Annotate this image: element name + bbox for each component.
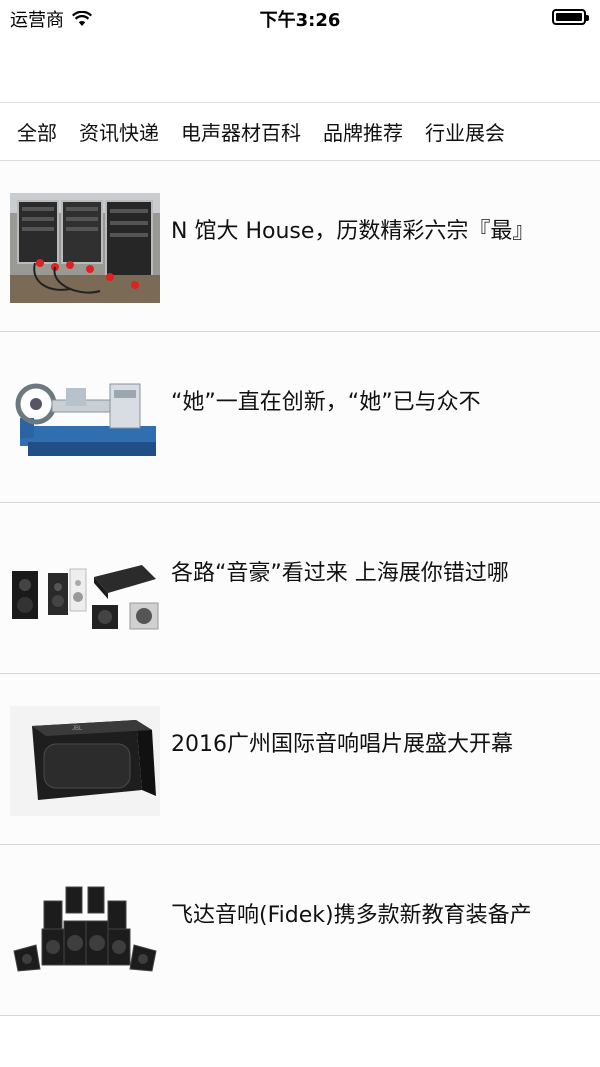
tab-brand-recommend[interactable]: 品牌推荐 (323, 117, 403, 146)
lathe-machine-image (10, 364, 160, 474)
article-list: N 馆大 House，历数精彩六宗『最』 “她”一直在创新，“她”已与众不 各路… (0, 161, 600, 1016)
battery-icon (552, 9, 589, 25)
article-item[interactable]: JBL 2016广州国际音响唱片展盛大开幕 (0, 674, 600, 845)
tab-all[interactable]: 全部 (17, 117, 57, 146)
article-item[interactable]: 飞达音响(Fidek)携多款新教育装备产 (0, 845, 600, 1016)
article-title: “她”一直在创新，“她”已与众不 (171, 390, 481, 415)
article-item[interactable]: “她”一直在创新，“她”已与众不 (0, 332, 600, 503)
category-tabs: 全部 资讯快递 电声器材百科 品牌推荐 行业展会 (0, 103, 600, 161)
equipment-racks-image (10, 193, 160, 303)
tab-audio-encyclopedia[interactable]: 电声器材百科 (181, 117, 301, 146)
article-item[interactable]: N 馆大 House，历数精彩六宗『最』 (0, 161, 600, 332)
status-time: 下午3:26 (259, 10, 341, 31)
speaker-array-image (10, 877, 160, 987)
speakers-mixer-image (10, 535, 160, 645)
svg-text:JBL: JBL (72, 726, 83, 732)
status-bar: 运营商 下午3:26 (0, 0, 600, 34)
article-title: 飞达音响(Fidek)携多款新教育装备产 (171, 903, 532, 928)
article-title: N 馆大 House，历数精彩六宗『最』 (171, 219, 535, 244)
navigation-bar (0, 34, 600, 103)
karaoke-speaker-image: JBL (10, 706, 160, 816)
article-item[interactable]: 各路“音豪”看过来 上海展你错过哪 (0, 503, 600, 674)
tab-news-express[interactable]: 资讯快递 (79, 117, 159, 146)
article-title: 2016广州国际音响唱片展盛大开幕 (171, 732, 513, 757)
article-title: 各路“音豪”看过来 上海展你错过哪 (171, 561, 509, 586)
tab-industry-expo[interactable]: 行业展会 (425, 117, 505, 146)
